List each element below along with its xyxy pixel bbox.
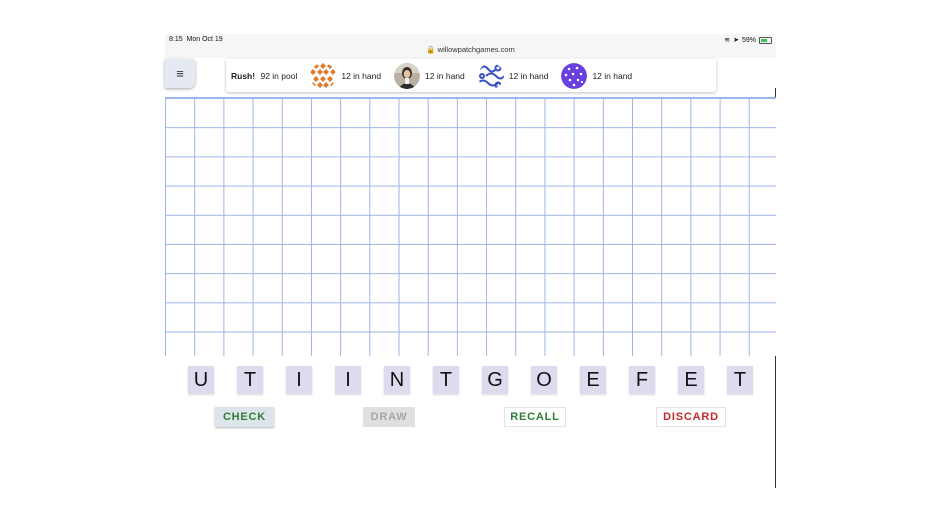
- hamburger-icon: ≡: [176, 66, 184, 81]
- rack-tile[interactable]: F: [629, 366, 655, 394]
- draw-button[interactable]: DRAW: [363, 407, 415, 427]
- status-time: 8:15 Mon Oct 19: [169, 36, 223, 43]
- status-bar: 8:15 Mon Oct 19 🔒 willowpatchgames.com ≋…: [165, 34, 776, 58]
- player-1[interactable]: 12 in hand: [310, 62, 382, 89]
- check-button[interactable]: CHECK: [215, 407, 274, 427]
- players-bar: Rush! 92 in pool 12 in hand 12 in hand 1…: [226, 59, 716, 92]
- player-3-hand: 12 in hand: [508, 70, 549, 81]
- wifi-icon: ≋: [724, 37, 731, 44]
- location-icon: ➤: [733, 37, 739, 44]
- rack-tile[interactable]: E: [580, 366, 606, 394]
- rack-tile[interactable]: G: [482, 366, 508, 394]
- player-4[interactable]: 12 in hand: [561, 62, 633, 89]
- player-1-hand: 12 in hand: [341, 70, 382, 81]
- tile-rack: U T I I N T G O E F E T: [0, 366, 928, 394]
- rack-tile[interactable]: T: [433, 366, 459, 394]
- rack-tile[interactable]: T: [727, 366, 753, 394]
- rack-tile[interactable]: T: [237, 366, 263, 394]
- game-board-grid[interactable]: [165, 97, 776, 356]
- rack-tile[interactable]: U: [188, 366, 214, 394]
- rack-tile[interactable]: I: [286, 366, 312, 394]
- orange-diamond-pattern-avatar: [310, 62, 337, 89]
- pool-info: Rush! 92 in pool: [231, 71, 297, 81]
- rack-tile[interactable]: N: [384, 366, 410, 394]
- address-bar[interactable]: 🔒 willowpatchgames.com: [165, 45, 776, 54]
- lock-icon: 🔒: [426, 45, 436, 54]
- recall-button[interactable]: RECALL: [504, 407, 566, 427]
- blue-swirl-pattern-avatar: [477, 62, 504, 89]
- status-time-text: 8:15: [169, 36, 183, 43]
- status-indicators: ≋ ➤ 59%: [724, 36, 772, 44]
- rack-tile[interactable]: O: [531, 366, 557, 394]
- battery-percent: 59%: [741, 36, 756, 44]
- player-2-hand: 12 in hand: [425, 70, 465, 81]
- player-4-hand: 12 in hand: [592, 70, 633, 81]
- battery-icon: [759, 36, 772, 44]
- player-2[interactable]: 12 in hand: [394, 62, 465, 89]
- discard-button[interactable]: DISCARD: [656, 407, 726, 427]
- rack-tile[interactable]: E: [678, 366, 704, 394]
- status-date-text: Mon Oct 19: [186, 36, 223, 43]
- player-3[interactable]: 12 in hand: [477, 62, 549, 89]
- purple-dots-pattern-avatar: [561, 62, 588, 89]
- pool-count: 92 in pool: [260, 70, 298, 81]
- rack-tile[interactable]: I: [335, 366, 361, 394]
- rush-label: Rush!: [231, 70, 256, 81]
- photo-avatar: [394, 62, 421, 89]
- menu-button[interactable]: ≡: [165, 59, 195, 88]
- url-text: willowpatchgames.com: [437, 45, 515, 54]
